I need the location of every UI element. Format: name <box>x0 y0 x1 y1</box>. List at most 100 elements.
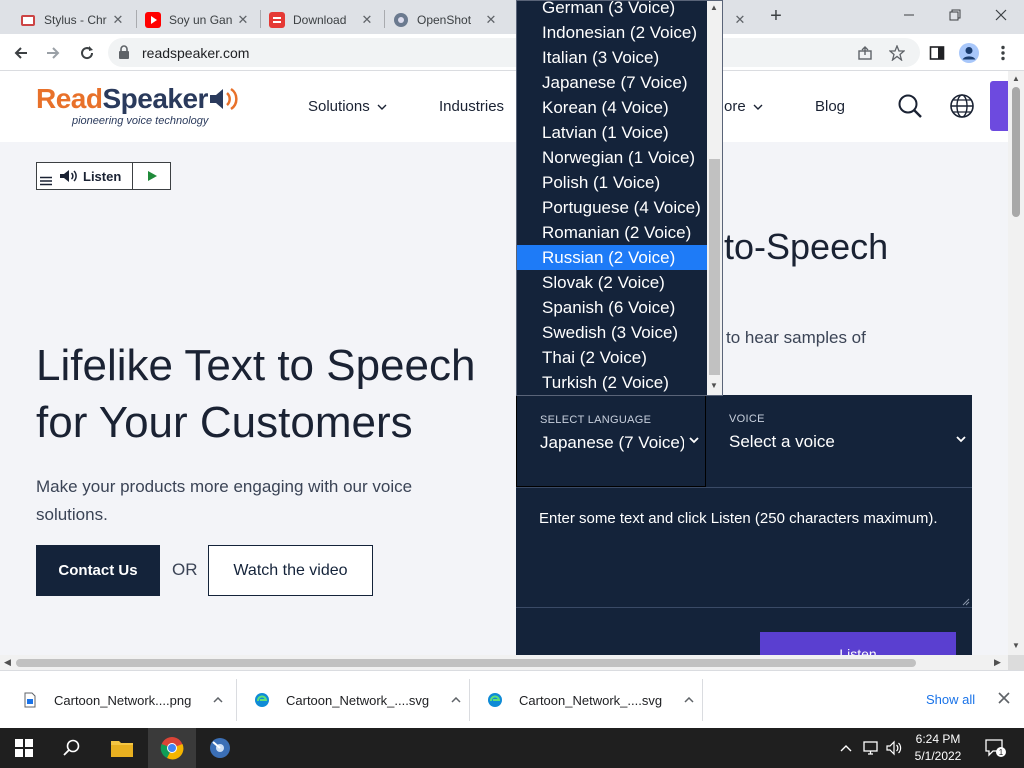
scroll-up-icon[interactable]: ▲ <box>1012 74 1020 83</box>
dropdown-option[interactable]: Spanish (6 Voice) <box>517 295 708 320</box>
tab-download[interactable]: Download ✕ <box>261 5 383 34</box>
menu-label: Solutions <box>308 98 370 115</box>
scroll-right-icon[interactable]: ▶ <box>994 657 1001 668</box>
watch-video-button[interactable]: Watch the video <box>208 545 373 596</box>
network-icon[interactable] <box>862 740 880 761</box>
chevron-up-icon[interactable] <box>213 697 223 703</box>
scrollbar-thumb[interactable] <box>709 159 720 375</box>
contact-us-button[interactable]: Contact Us <box>36 545 160 596</box>
play-icon[interactable] <box>132 163 170 189</box>
readspeaker-listen-widget[interactable]: Listen <box>36 162 171 190</box>
dropdown-option[interactable]: Russian (2 Voice) <box>517 245 708 270</box>
volume-icon[interactable] <box>886 740 902 761</box>
chevron-up-icon[interactable] <box>684 697 694 703</box>
page-vertical-scrollbar[interactable]: ▲ ▼ <box>1008 71 1024 655</box>
chrome-icon[interactable] <box>148 728 196 768</box>
dropdown-option[interactable]: German (3 Voice) <box>517 1 708 20</box>
clock-time: 6:24 PM <box>915 732 961 746</box>
hero-title-line: Lifelike Text to Speech <box>36 341 476 390</box>
minimize-window-icon[interactable] <box>886 0 932 30</box>
voice-select[interactable]: VOICE Select a voice <box>706 395 972 487</box>
tts-text-area[interactable]: Enter some text and click Listen (250 ch… <box>516 488 972 608</box>
search-icon[interactable] <box>48 728 96 768</box>
close-tab-icon[interactable]: ✕ <box>359 12 375 28</box>
system-clock[interactable]: 6:24 PM 5/1/2022 <box>902 731 974 765</box>
menu-more[interactable]: ore <box>724 98 763 115</box>
listen-label: Listen <box>83 168 122 184</box>
dropdown-option[interactable]: Indonesian (2 Voice) <box>517 20 708 45</box>
png-file-icon <box>24 692 36 708</box>
download-item[interactable]: Cartoon_Network_....svg <box>465 679 701 721</box>
file-explorer-icon[interactable] <box>98 728 146 768</box>
close-tab-icon[interactable]: ✕ <box>110 12 126 28</box>
show-hidden-icons-icon[interactable] <box>840 740 852 758</box>
show-all-downloads-link[interactable]: Show all <box>926 692 975 707</box>
page-horizontal-scrollbar[interactable]: ◀ ▶ <box>0 655 1008 670</box>
search-icon[interactable] <box>897 93 923 124</box>
address-bar[interactable]: readspeaker.com <box>108 38 920 67</box>
dropdown-option[interactable]: Latvian (1 Voice) <box>517 120 708 145</box>
menu-blog[interactable]: Blog <box>815 98 845 115</box>
tab-stylus[interactable]: Stylus - Chr ✕ <box>12 5 134 34</box>
reload-icon[interactable] <box>74 40 100 66</box>
browser-tab-strip: Stylus - Chr ✕ Soy un Gan ✕ Download ✕ O… <box>0 0 1024 34</box>
dropdown-scrollbar[interactable]: ▲ ▼ <box>707 1 722 395</box>
download-item[interactable]: Cartoon_Network....png <box>0 679 236 721</box>
restore-window-icon[interactable] <box>932 0 978 30</box>
hero-title-line: for Your Customers <box>36 398 413 447</box>
download-item[interactable]: Cartoon_Network_....svg <box>232 679 468 721</box>
dropdown-option[interactable]: Japanese (7 Voice) <box>517 70 708 95</box>
chevron-up-icon[interactable] <box>451 697 461 703</box>
edge-file-icon <box>255 693 269 707</box>
dropdown-option[interactable]: Portuguese (4 Voice) <box>517 195 708 220</box>
demo-listen-button[interactable]: Listen <box>760 632 956 655</box>
globe-icon[interactable] <box>949 93 975 124</box>
dropdown-option[interactable]: Slovak (2 Voice) <box>517 270 708 295</box>
dropdown-option[interactable]: Korean (4 Voice) <box>517 95 708 120</box>
readspeaker-logo[interactable]: ReadSpeaker <box>36 83 238 115</box>
side-panel-icon[interactable] <box>924 40 950 66</box>
menu-industries[interactable]: Industries <box>439 98 504 115</box>
scroll-up-icon[interactable]: ▲ <box>710 3 718 12</box>
tab-openshot[interactable]: OpenShot ✕ <box>385 5 507 34</box>
new-tab-button[interactable]: + <box>764 6 788 28</box>
dropdown-option[interactable]: Norwegian (1 Voice) <box>517 145 708 170</box>
dropdown-option[interactable]: Italian (3 Voice) <box>517 45 708 70</box>
scrollbar-thumb[interactable] <box>1012 87 1020 217</box>
menu-solutions[interactable]: Solutions <box>308 98 387 115</box>
bookmark-star-icon[interactable] <box>884 40 910 66</box>
active-tab-close[interactable]: ✕ <box>724 5 754 34</box>
divider <box>702 679 703 721</box>
side-feedback-tab[interactable] <box>990 81 1008 131</box>
scrollbar-thumb[interactable] <box>16 659 916 667</box>
back-arrow-icon[interactable] <box>8 40 34 66</box>
forward-arrow-icon[interactable] <box>40 40 66 66</box>
dropdown-option[interactable]: Swedish (3 Voice) <box>517 320 708 345</box>
windows-start-icon[interactable] <box>0 728 48 768</box>
widget-menu-icon[interactable] <box>37 163 55 189</box>
scroll-down-icon[interactable]: ▼ <box>710 381 718 390</box>
close-tab-icon[interactable]: ✕ <box>235 12 251 28</box>
dropdown-option[interactable]: Turkish (2 Voice) <box>517 370 708 395</box>
scroll-down-icon[interactable]: ▼ <box>1012 641 1020 650</box>
close-window-icon[interactable] <box>978 0 1024 30</box>
speaker-logo-icon <box>210 87 238 111</box>
notifications-icon[interactable]: 1 <box>984 738 1006 763</box>
dropdown-option[interactable]: Thai (2 Voice) <box>517 345 708 370</box>
share-icon[interactable] <box>852 40 878 66</box>
dropdown-option[interactable]: Polish (1 Voice) <box>517 170 708 195</box>
language-dropdown-list[interactable]: German (3 Voice) Indonesian (2 Voice) Ital… <box>516 0 723 396</box>
close-downloads-icon[interactable] <box>998 691 1010 709</box>
language-select[interactable]: SELECT LANGUAGE Japanese (7 Voice) <box>516 395 706 487</box>
profile-avatar-icon[interactable] <box>956 40 982 66</box>
dropdown-option[interactable]: Romanian (2 Voice) <box>517 220 708 245</box>
close-tab-icon[interactable]: ✕ <box>483 12 499 28</box>
tab-youtube[interactable]: Soy un Gan ✕ <box>137 5 259 34</box>
language-select-value: Japanese (7 Voice) <box>540 433 684 452</box>
or-separator: OR <box>172 560 198 579</box>
resize-handle-icon[interactable] <box>962 598 970 606</box>
close-tab-icon[interactable]: ✕ <box>732 12 748 28</box>
scroll-left-icon[interactable]: ◀ <box>4 657 11 668</box>
openshot-app-icon[interactable] <box>196 728 244 768</box>
kebab-menu-icon[interactable] <box>990 40 1016 66</box>
